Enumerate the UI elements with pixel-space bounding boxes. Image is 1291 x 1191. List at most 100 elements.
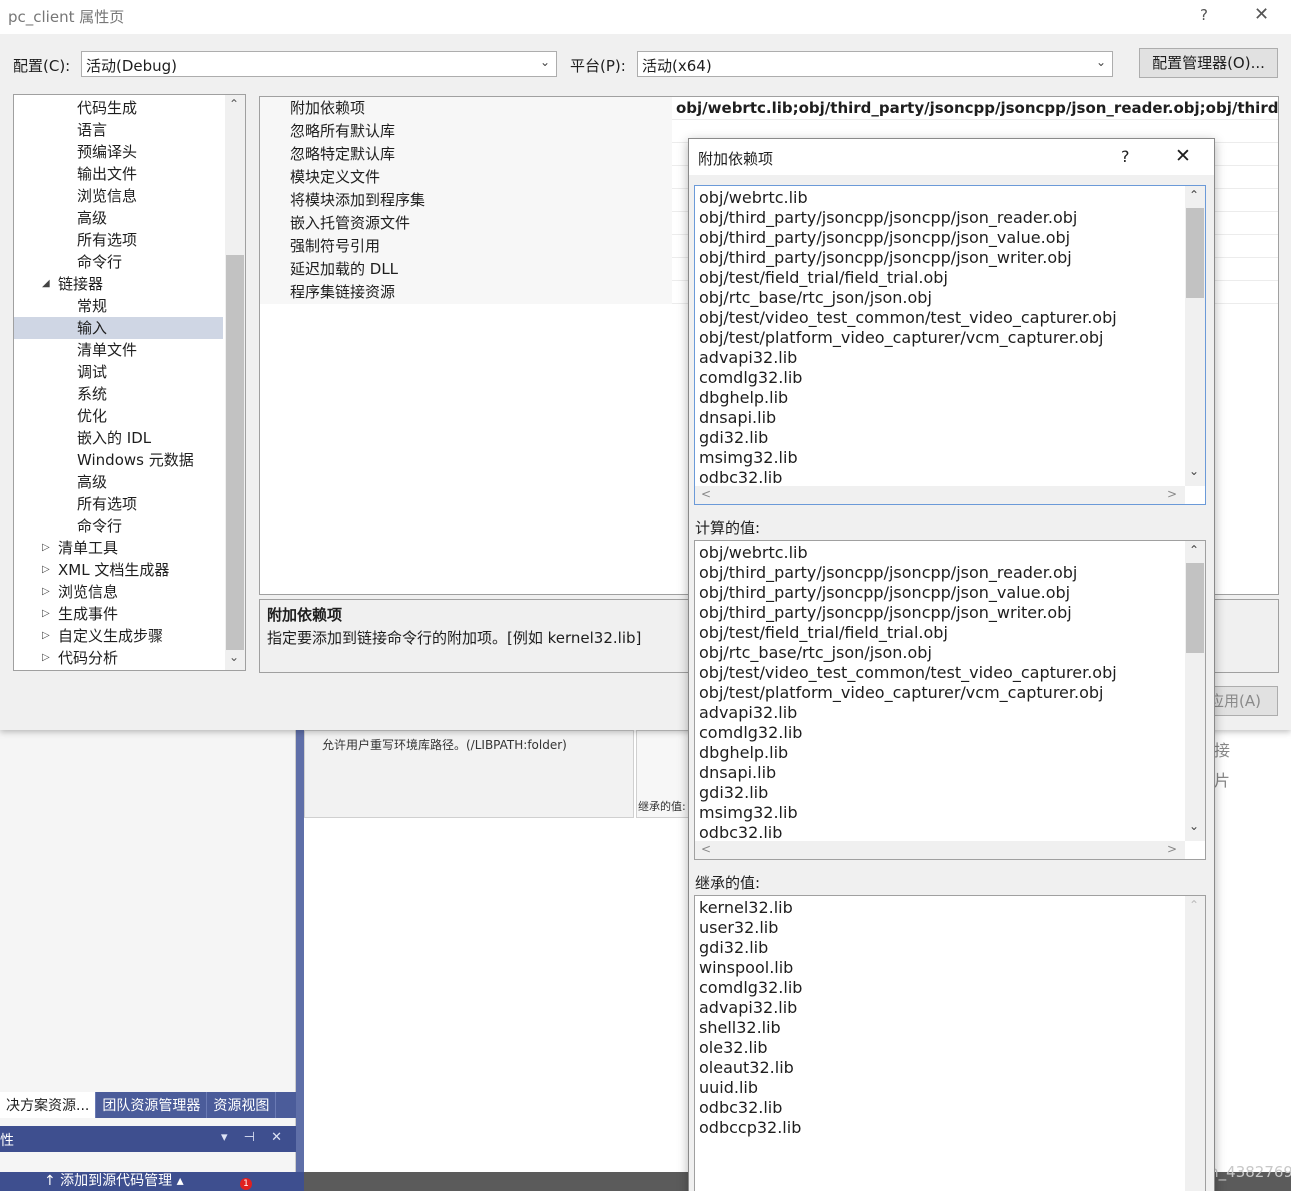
chevron-right-icon[interactable]: > (1167, 487, 1177, 501)
close-icon[interactable]: ✕ (1254, 4, 1269, 25)
tree-item[interactable]: 输出文件 (14, 163, 223, 185)
chevron-left-icon[interactable]: < (701, 487, 711, 501)
tree-item[interactable]: 高级 (14, 471, 223, 493)
property-value[interactable]: obj/webrtc.lib;obj/third_party/jsoncpp/j… (676, 97, 1278, 120)
inherited-values-label: 继承的值: (695, 874, 761, 892)
inherit-vscrollbar: ⌃ (1185, 896, 1205, 1191)
tree-item[interactable]: ▷ XML 文档生成器 (14, 559, 223, 581)
tree-item-label: 输入 (77, 319, 108, 337)
expand-triangle-icon[interactable]: ▷ (42, 537, 50, 559)
tool-window-tabs: 决方案资源... 团队资源管理器 资源视图 (0, 1092, 296, 1118)
tree-item[interactable]: 嵌入的 IDL (14, 427, 223, 449)
close-icon[interactable]: ✕ (1175, 145, 1191, 167)
chevron-up-icon[interactable]: ⌃ (1189, 543, 1199, 557)
config-manager-button[interactable]: 配置管理器(O)... (1139, 48, 1278, 78)
tree-item[interactable]: 所有选项 (14, 493, 223, 515)
property-name: 附加依赖项 (290, 99, 366, 117)
dependency-line: advapi32.lib (699, 348, 798, 367)
tree-item[interactable]: 命令行 (14, 251, 223, 273)
tree-item[interactable]: 清单文件 (14, 339, 223, 361)
chevron-up-icon[interactable]: ⌃ (1189, 188, 1199, 202)
chevron-left-icon[interactable]: < (701, 842, 711, 856)
notification-badge[interactable]: 1 (240, 1178, 252, 1190)
tree-item[interactable]: 命令行 (14, 515, 223, 537)
platform-dropdown[interactable]: 活动(x64) ⌄ (637, 51, 1113, 77)
config-dropdown-value: 活动(Debug) (86, 57, 178, 75)
dependency-line: obj/third_party/jsoncpp/jsoncpp/json_rea… (699, 208, 1078, 227)
help-icon[interactable]: ? (1200, 6, 1208, 24)
dependency-line: dnsapi.lib (699, 408, 777, 427)
tree-item-label: 所有选项 (77, 495, 138, 513)
tree-item[interactable]: ◢ 链接器 (14, 273, 223, 295)
scroll-thumb[interactable] (1186, 208, 1204, 298)
panel-controls-icon[interactable]: ▾ ⊣ ✕ (221, 1130, 288, 1145)
tree-item[interactable]: ▷ 自定义生成步骤 (14, 625, 223, 647)
dependency-line: obj/test/video_test_common/test_video_ca… (699, 308, 1117, 327)
tree-item[interactable]: 代码生成 (14, 97, 223, 119)
calculated-line: odbc32.lib (699, 823, 783, 842)
dependency-line: obj/test/field_trial/field_trial.obj (699, 268, 948, 287)
expand-triangle-icon[interactable]: ▷ (42, 625, 50, 647)
expand-triangle-icon[interactable]: ▷ (42, 603, 50, 625)
tab-solution-explorer[interactable]: 决方案资源... (0, 1092, 97, 1118)
collapse-triangle-icon[interactable]: ◢ (42, 273, 50, 295)
inherited-line: odbc32.lib (699, 1098, 783, 1117)
calc-vscrollbar[interactable]: ⌃ ⌄ (1185, 541, 1205, 841)
tree-item[interactable]: 所有选项 (14, 229, 223, 251)
edit-vscrollbar[interactable]: ⌃ ⌄ (1185, 186, 1205, 486)
tree-item-label: 语言 (77, 121, 108, 139)
edit-hscrollbar[interactable]: < > (695, 486, 1185, 504)
grid-row[interactable]: 附加依赖项 obj/webrtc.lib;obj/third_party/json… (260, 97, 1278, 120)
tab-team-explorer[interactable]: 团队资源管理器 (96, 1092, 208, 1118)
scroll-thumb[interactable] (1186, 563, 1204, 653)
solution-panel (0, 730, 296, 1191)
tree-item[interactable]: 预编译头 (14, 141, 223, 163)
scroll-thumb[interactable] (226, 255, 244, 650)
tree-item[interactable]: 系统 (14, 383, 223, 405)
tree-item[interactable]: ▷ 代码分析 (14, 647, 223, 669)
tree-item[interactable]: Windows 元数据 (14, 449, 223, 471)
chevron-right-icon[interactable]: > (1167, 842, 1177, 856)
tree-scrollbar[interactable]: ⌃ ⌄ (225, 95, 245, 670)
calculated-line: obj/third_party/jsoncpp/jsoncpp/json_wri… (699, 603, 1072, 622)
expand-triangle-icon[interactable]: ▷ (42, 559, 50, 581)
add-to-source-control-button[interactable]: ↑ 添加到源代码管理 ▴ 1 (0, 1172, 304, 1191)
help-icon[interactable]: ? (1121, 147, 1130, 166)
calc-hscrollbar[interactable]: < > (695, 841, 1185, 859)
dependency-line: dbghelp.lib (699, 388, 789, 407)
additional-dependencies-dialog: 附加依赖项 ? ✕ obj/webrtc.lib obj/third_party/… (688, 138, 1215, 1191)
expand-triangle-icon[interactable]: ▷ (42, 581, 50, 603)
tree-item[interactable]: 语言 (14, 119, 223, 141)
tree-item[interactable]: ▷ 浏览信息 (14, 581, 223, 603)
dependency-line: odbc32.lib (699, 468, 783, 487)
tree-item[interactable]: 高级 (14, 207, 223, 229)
calculated-line: msimg32.lib (699, 803, 798, 822)
tree-item-label: 浏览信息 (77, 187, 138, 205)
property-name: 忽略所有默认库 (290, 122, 396, 140)
tree-item-label: 输出文件 (77, 165, 138, 183)
chevron-down-icon: ⌄ (1095, 55, 1106, 69)
tree-item[interactable]: ▷ 清单工具 (14, 537, 223, 559)
tree-item[interactable]: 调试 (14, 361, 223, 383)
tree-item-label: 自定义生成步骤 (58, 627, 164, 645)
chevron-down-icon[interactable]: ⌄ (1189, 819, 1199, 833)
inherited-line: uuid.lib (699, 1078, 759, 1097)
edit-lines: obj/webrtc.lib obj/third_party/jsoncpp/js… (699, 188, 1117, 488)
tree-item[interactable]: 常规 (14, 295, 223, 317)
chevron-down-icon[interactable]: ⌄ (1189, 464, 1199, 478)
dependencies-edit-box[interactable]: obj/webrtc.lib obj/third_party/jsoncpp/js… (694, 185, 1206, 505)
tree-item-label: 高级 (77, 473, 108, 491)
expand-triangle-icon[interactable]: ▷ (42, 647, 50, 669)
tree-item[interactable]: 浏览信息 (14, 185, 223, 207)
tab-resource-view[interactable]: 资源视图 (207, 1092, 277, 1118)
chevron-up-icon[interactable]: ⌃ (229, 97, 239, 111)
window-title: pc_client 属性页 (8, 8, 125, 26)
property-tree: 代码生成 语言 预编译头 输出文件 浏览信息 高级 所有选项 命令行 ◢ 链接器 常规 输入 清单文件调… (13, 94, 246, 671)
property-name: 将模块添加到程序集 (290, 191, 426, 209)
config-dropdown[interactable]: 活动(Debug) ⌄ (81, 51, 557, 77)
tree-item[interactable]: 输入 (14, 317, 223, 339)
tree-item[interactable]: ▷ 生成事件 (14, 603, 223, 625)
chevron-down-icon[interactable]: ⌄ (229, 650, 239, 664)
dependency-line: msimg32.lib (699, 448, 798, 467)
tree-item[interactable]: 优化 (14, 405, 223, 427)
